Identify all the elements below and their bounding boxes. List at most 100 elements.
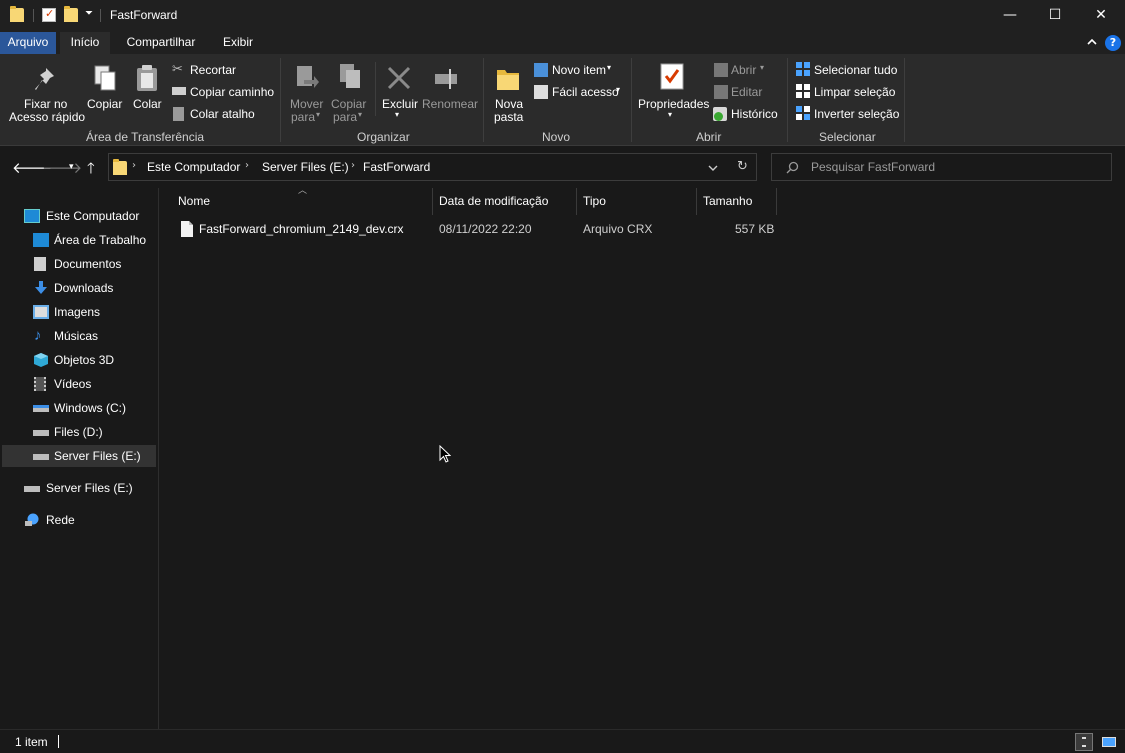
documents-icon: [34, 257, 46, 271]
forward-arrow-icon[interactable]: 🡒: [42, 158, 82, 177]
copy-to-label[interactable]: para: [333, 110, 357, 124]
breadcrumb-server-files[interactable]: Server Files (E:): [262, 160, 349, 174]
group-label-organize: Organizar: [357, 130, 410, 144]
search-input[interactable]: Pesquisar FastForward: [811, 160, 935, 174]
group-label-select: Selecionar: [819, 130, 876, 144]
move-to-button[interactable]: Mover: [290, 97, 323, 111]
minimize-button[interactable]: —: [987, 0, 1033, 32]
chevron-down-icon: ▾: [616, 85, 621, 94]
nav-item-label: Imagens: [54, 305, 101, 319]
chevron-down-icon: ▾: [316, 110, 321, 119]
open-icon: [714, 63, 728, 77]
nav-item-label: Área de Trabalho: [54, 233, 147, 247]
copy-button[interactable]: Copiar: [87, 97, 122, 111]
chevron-down-icon: ▾: [395, 110, 400, 119]
pin-icon: [35, 68, 54, 90]
music-icon: ♪: [34, 327, 42, 344]
window-title: FastForward: [110, 8, 178, 22]
properties-button[interactable]: Propriedades: [638, 97, 709, 111]
select-all-button[interactable]: Selecionar tudo: [814, 63, 897, 77]
column-header-size[interactable]: Tamanho: [697, 188, 777, 215]
paste-shortcut-button[interactable]: Colar atalho: [190, 107, 255, 121]
new-folder-label[interactable]: pasta: [494, 110, 523, 124]
nav-item-server-files-e[interactable]: Server Files (E:): [20, 477, 158, 499]
easy-access-button[interactable]: Fácil acesso: [552, 85, 619, 99]
nav-item-label: Documentos: [54, 257, 122, 271]
nav-item-downloads[interactable]: Downloads: [30, 277, 158, 299]
tab-inicio[interactable]: Início: [60, 32, 110, 54]
edit-icon: [714, 85, 728, 99]
nav-item-label: Server Files (E:): [46, 481, 133, 495]
breadcrumb-separator-icon[interactable]: ›: [132, 160, 136, 171]
folder-icon: [113, 159, 127, 175]
tab-arquivo[interactable]: Arquivo: [0, 32, 56, 54]
up-arrow-icon[interactable]: 🡑: [87, 158, 95, 183]
history-button[interactable]: Histórico: [731, 107, 778, 121]
column-header-type[interactable]: Tipo: [577, 188, 697, 215]
details-view-icon[interactable]: [1075, 733, 1093, 751]
help-icon[interactable]: ?: [1105, 35, 1121, 51]
nav-item-este-computador[interactable]: Este Computador: [20, 205, 158, 227]
open-button[interactable]: Abrir: [731, 63, 756, 77]
nav-item-videos[interactable]: Vídeos: [30, 373, 158, 395]
breadcrumb-separator-icon[interactable]: ›: [351, 160, 355, 171]
windows-drive-icon: [33, 405, 49, 412]
address-bar[interactable]: › Este Computador › Server Files (E:) › …: [108, 153, 757, 181]
nav-item-files-d[interactable]: Files (D:): [30, 421, 158, 443]
breadcrumb-fastforward[interactable]: FastForward: [363, 160, 430, 174]
nav-item-3d-objects[interactable]: Objetos 3D: [30, 349, 158, 371]
delete-button[interactable]: Excluir: [382, 97, 418, 111]
file-list: ︿ Nome Data de modificação Tipo Tamanho …: [160, 186, 1125, 729]
column-header-name[interactable]: Nome: [172, 188, 433, 215]
nav-item-music[interactable]: ♪ Músicas: [30, 325, 158, 347]
divider: [787, 58, 788, 142]
paste-button[interactable]: Colar: [133, 97, 162, 111]
rename-icon: [435, 69, 457, 89]
column-header-modified[interactable]: Data de modificação: [433, 188, 577, 215]
nav-item-windows-c[interactable]: Windows (C:): [30, 397, 158, 419]
chevron-up-icon[interactable]: [1086, 36, 1098, 48]
cut-button[interactable]: Recortar: [190, 63, 236, 77]
copy-path-button[interactable]: Copiar caminho: [190, 85, 274, 99]
breadcrumb-este-computador[interactable]: Este Computador: [147, 160, 240, 174]
nav-item-server-files-e-selected[interactable]: Server Files (E:): [2, 445, 156, 467]
nav-item-pictures[interactable]: Imagens: [30, 301, 158, 323]
recent-locations-chevron-icon[interactable]: ▾: [69, 162, 74, 172]
invert-selection-button[interactable]: Inverter seleção: [814, 107, 899, 121]
customize-quick-access-icon[interactable]: ⏷: [85, 8, 93, 19]
ribbon-tabs: Arquivo Início Compartilhar Exibir ?: [0, 32, 1125, 54]
nav-item-network[interactable]: Rede: [20, 509, 158, 531]
move-to-label[interactable]: para: [291, 110, 315, 124]
search-box[interactable]: Pesquisar FastForward: [771, 153, 1112, 181]
new-folder-quick-icon[interactable]: [64, 6, 78, 22]
chevron-down-icon: ▾: [358, 110, 363, 119]
copy-to-button[interactable]: Copiar: [331, 97, 366, 111]
tab-exibir[interactable]: Exibir: [214, 32, 262, 54]
mouse-cursor-icon: [439, 445, 451, 463]
rename-button[interactable]: Renomear: [422, 97, 478, 111]
file-name[interactable]: FastForward_chromium_2149_dev.crx: [199, 222, 404, 236]
select-none-icon: [796, 84, 810, 98]
downloads-icon: [35, 281, 47, 294]
large-icons-view-icon[interactable]: [1100, 733, 1118, 751]
edit-button[interactable]: Editar: [731, 85, 762, 99]
new-folder-button[interactable]: Nova: [495, 97, 523, 111]
maximize-button[interactable]: ☐: [1032, 0, 1078, 32]
divider: [631, 58, 632, 142]
address-history-chevron-icon[interactable]: [707, 163, 719, 173]
pin-quick-access-button[interactable]: Fixar no: [24, 97, 67, 111]
refresh-icon[interactable]: ↻: [737, 159, 748, 174]
new-item-button[interactable]: Novo item: [552, 63, 606, 77]
breadcrumb-separator-icon[interactable]: ›: [245, 160, 249, 171]
pin-quick-access-label[interactable]: Acesso rápido: [9, 110, 85, 124]
drive-icon: [33, 430, 49, 436]
select-none-button[interactable]: Limpar seleção: [814, 85, 895, 99]
separator: [58, 735, 59, 748]
select-all-icon: [796, 62, 810, 76]
tab-compartilhar[interactable]: Compartilhar: [118, 32, 204, 54]
file-type: Arquivo CRX: [583, 222, 653, 236]
nav-item-documents[interactable]: Documentos: [30, 253, 158, 275]
nav-item-desktop[interactable]: Área de Trabalho: [30, 229, 158, 251]
close-button[interactable]: ✕: [1078, 0, 1124, 32]
properties-quick-icon[interactable]: [42, 7, 56, 22]
